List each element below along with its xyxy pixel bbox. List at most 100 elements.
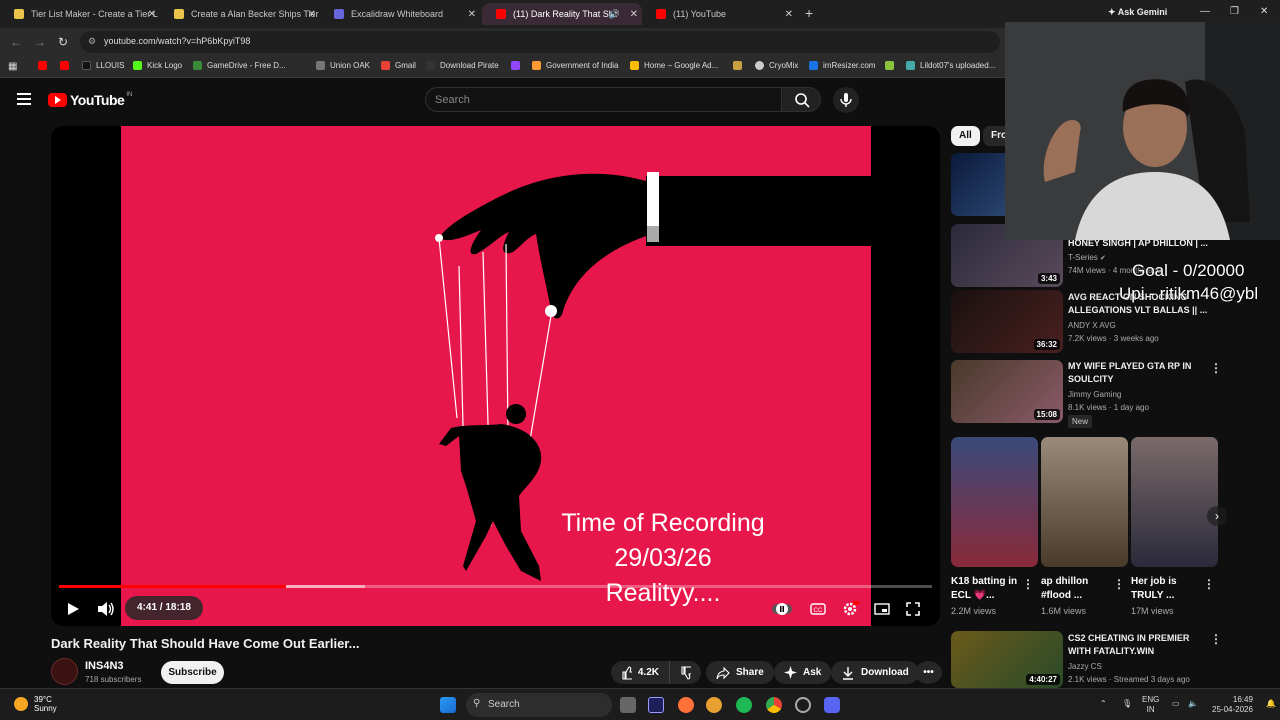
tab-youtube[interactable]: (11) YouTube ✕ [642, 3, 797, 25]
speaker-tray-icon[interactable]: 🔈 [1188, 699, 1198, 709]
voice-search-button[interactable] [833, 87, 859, 113]
settings-button[interactable] [841, 598, 859, 620]
channel-name[interactable]: INS4N3 [85, 660, 124, 672]
short-thumbnail[interactable] [951, 437, 1038, 567]
close-window-icon[interactable]: ✕ [1260, 6, 1268, 17]
search-button[interactable] [781, 87, 821, 112]
bookmark-lildot[interactable]: Lildot07's uploaded... [906, 61, 995, 70]
short-thumbnail[interactable] [1131, 437, 1218, 567]
bookmark-cryomix[interactable]: CryoMix [755, 61, 798, 70]
volume-button[interactable] [97, 598, 115, 620]
more-vertical-icon[interactable]: ⋮ [1113, 577, 1125, 591]
bookmark-extension[interactable] [885, 61, 899, 70]
tab-excalidraw[interactable]: Excalidraw Whiteboard ✕ [320, 3, 480, 25]
recommended-title[interactable]: MY WIFE PLAYED GTA RP IN SOULCITY [1068, 360, 1208, 386]
short-title[interactable]: Her job is TRULY ... [1131, 575, 1201, 603]
forward-arrow-icon[interactable]: → [34, 35, 46, 49]
like-button[interactable]: 4.2K [611, 661, 669, 684]
minimize-icon[interactable]: — [1200, 6, 1210, 17]
url-field[interactable]: ⚙ youtube.com/watch?v=hP6bKpyiT98 [80, 31, 1000, 53]
task-view-icon[interactable] [620, 697, 636, 713]
chevron-up-icon[interactable]: ⌃ [1100, 699, 1107, 709]
youtube-bookmark-icon[interactable] [60, 61, 74, 70]
recommended-thumbnail[interactable]: 15:08 [951, 360, 1063, 423]
bookmark-emblem[interactable] [733, 61, 747, 70]
captions-button[interactable]: CC [810, 598, 826, 620]
miniplayer-button[interactable] [874, 598, 890, 620]
close-tab-icon[interactable]: ✕ [308, 9, 316, 20]
video-player[interactable]: Time of Recording 29/03/26 Realityy.... … [51, 126, 940, 626]
short-title[interactable]: ap dhillon #flood ... [1041, 575, 1111, 603]
subscribe-button[interactable]: Subscribe [161, 661, 224, 684]
close-tab-icon[interactable]: ✕ [785, 9, 793, 20]
more-vertical-icon[interactable]: ⋮ [1022, 577, 1034, 591]
tab-tier-list-maker[interactable]: Tier List Maker - Create a Tier L ✕ [0, 3, 160, 25]
shorts-next-button[interactable]: › [1207, 506, 1227, 526]
close-tab-icon[interactable]: ✕ [630, 9, 638, 20]
youtube-logo[interactable]: YouTube IN [48, 92, 132, 108]
close-tab-icon[interactable]: ✕ [468, 9, 476, 20]
youtube-bookmark-icon[interactable] [38, 61, 52, 70]
recommended-thumbnail[interactable]: 36:32 [951, 290, 1063, 353]
ask-gemini-button[interactable]: ✦ Ask Gemini [1108, 7, 1167, 18]
tab-dark-reality-video[interactable]: (11) Dark Reality That Shou 🔊 ✕ [482, 3, 642, 25]
microphone-tray-icon[interactable]: 🎙 [1122, 699, 1132, 709]
network-icon[interactable]: ▭ [1172, 699, 1180, 709]
reload-icon[interactable]: ↻ [58, 35, 68, 49]
new-tab-button[interactable]: + [805, 5, 813, 21]
premiere-pro-icon[interactable] [648, 697, 664, 713]
recommended-meta: 2.1K views · Streamed 3 days ago [1068, 675, 1190, 684]
more-vertical-icon[interactable]: ⋮ [1203, 577, 1215, 591]
recommended-thumbnail[interactable]: 4:40:27 [951, 631, 1063, 688]
taskbar-search[interactable]: ⚲ Search [466, 693, 612, 717]
app-icon[interactable] [706, 697, 722, 713]
site-info-icon[interactable]: ⚙ [88, 36, 96, 47]
weather-widget[interactable]: 39°C Sunny [14, 695, 57, 713]
bookmark-google-ads[interactable]: Home – Google Ad... [630, 61, 718, 70]
chrome-icon[interactable] [766, 697, 782, 713]
more-vertical-icon[interactable]: ⋮ [1210, 361, 1222, 375]
more-actions-button[interactable]: ••• [915, 661, 942, 684]
download-button[interactable]: Download [831, 661, 919, 684]
play-button[interactable] [65, 598, 81, 620]
autoplay-toggle[interactable] [772, 598, 792, 620]
menu-hamburger-icon[interactable] [17, 93, 31, 105]
firefox-icon[interactable] [678, 697, 694, 713]
close-tab-icon[interactable]: ✕ [148, 9, 156, 20]
bookmark-government-of-india[interactable]: Government of India [532, 61, 618, 70]
recommended-title[interactable]: CS2 CHEATING IN PREMIER WITH FATALITY.WI… [1068, 632, 1208, 658]
bookmark-kick-logo[interactable]: Kick Logo [133, 61, 182, 70]
restore-icon[interactable]: ❐ [1230, 6, 1239, 17]
bookmark-gmail[interactable]: Gmail [381, 61, 416, 70]
chip-all[interactable]: All [951, 126, 980, 146]
ask-label: Ask [803, 667, 822, 678]
language-indicator[interactable]: ENG IN [1142, 695, 1159, 715]
apps-grid-icon[interactable]: ▦ [8, 61, 17, 72]
bookmark-download-pirate[interactable]: Download Pirate [426, 61, 499, 70]
spotify-icon[interactable] [736, 697, 752, 713]
share-button[interactable]: Share [706, 661, 774, 684]
tab-alan-becker-tier[interactable]: Create a Alan Becker Ships Tier ✕ [160, 3, 320, 25]
recommended-channel: Jazzy CS [1068, 662, 1102, 671]
back-arrow-icon[interactable]: ← [10, 35, 22, 49]
ask-button[interactable]: Ask [774, 661, 832, 684]
obs-icon[interactable] [795, 697, 811, 713]
dislike-button[interactable] [669, 661, 701, 684]
speaker-icon[interactable]: 🔊 [609, 9, 620, 20]
more-vertical-icon[interactable]: ⋮ [1210, 632, 1222, 646]
bookmark-llouis[interactable]: LLOUIS [82, 61, 124, 70]
short-thumbnail[interactable] [1041, 437, 1128, 567]
video-progress-bar[interactable] [59, 585, 932, 588]
discord-icon[interactable] [824, 697, 840, 713]
bookmark-union-oak[interactable]: Union OAK [316, 61, 370, 70]
channel-avatar[interactable] [51, 658, 78, 685]
short-title[interactable]: K18 batting in ECL 💗... [951, 575, 1021, 603]
search-input[interactable]: Search [425, 87, 782, 112]
bookmark-gamedrive[interactable]: GameDrive - Free D... [193, 61, 286, 70]
clock[interactable]: 16:49 25-04-2026 [1212, 695, 1253, 715]
bookmark-imresizer[interactable]: imResizer.com [809, 61, 875, 70]
fullscreen-button[interactable] [906, 598, 920, 620]
windows-start-icon[interactable] [440, 697, 456, 713]
bookmark-twitch[interactable] [511, 61, 525, 70]
notification-icon[interactable]: 🔔 [1266, 699, 1276, 709]
